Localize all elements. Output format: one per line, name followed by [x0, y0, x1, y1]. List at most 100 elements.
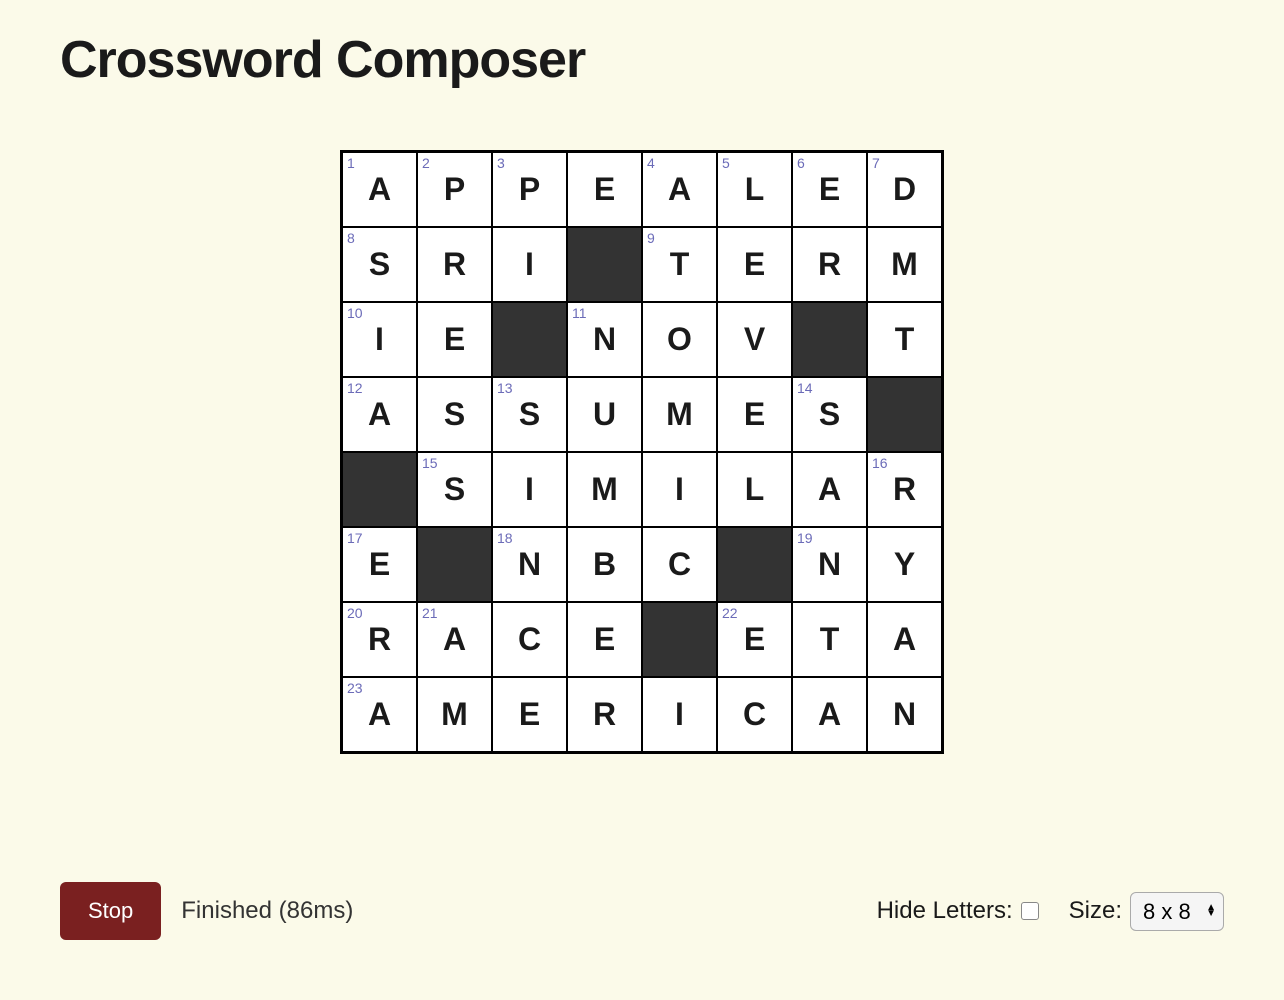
cell-number: 13: [497, 380, 513, 396]
cell-letter: E: [744, 246, 765, 283]
cell-letter: I: [675, 471, 684, 508]
cell[interactable]: E: [567, 602, 642, 677]
cell[interactable]: 12A: [342, 377, 417, 452]
cell-letter: T: [820, 621, 840, 658]
cell[interactable]: 20 R: [342, 602, 417, 677]
cell-letter: T: [670, 246, 690, 283]
cell[interactable]: E: [492, 677, 567, 752]
cell[interactable]: 16R: [867, 452, 942, 527]
cell-letter: C: [743, 696, 766, 733]
cell[interactable]: L: [717, 452, 792, 527]
hide-letters-label: Hide Letters:: [877, 897, 1013, 925]
size-group: Size: 8 x 8 ▲ ▼: [1069, 892, 1224, 931]
cell-letter: E: [519, 696, 540, 733]
cell-letter: M: [441, 696, 468, 733]
hide-letters-group: Hide Letters:: [877, 897, 1039, 925]
size-select-wrapper: 8 x 8 ▲ ▼: [1130, 892, 1224, 931]
cell-number: 9: [647, 230, 655, 246]
cell[interactable]: 17E: [342, 527, 417, 602]
cell[interactable]: 8S: [342, 227, 417, 302]
cell-letter: A: [818, 696, 841, 733]
cell[interactable]: E: [717, 377, 792, 452]
cell[interactable]: I: [492, 227, 567, 302]
cell-letter: M: [666, 396, 693, 433]
cell[interactable]: 9T: [642, 227, 717, 302]
cell[interactable]: 2P: [417, 152, 492, 227]
cell-number: 17: [347, 530, 363, 546]
cell[interactable]: U: [567, 377, 642, 452]
cell[interactable]: 6E: [792, 152, 867, 227]
size-select[interactable]: 8 x 8: [1130, 892, 1224, 931]
cell[interactable]: A: [792, 677, 867, 752]
cell-letter: C: [518, 621, 541, 658]
cell[interactable]: I: [492, 452, 567, 527]
cell-letter: A: [368, 396, 391, 433]
cell[interactable]: 19N: [792, 527, 867, 602]
cell-letter: S: [444, 471, 465, 508]
stop-button[interactable]: Stop: [60, 882, 161, 940]
cell[interactable]: E: [717, 227, 792, 302]
cell-letter: R: [593, 696, 616, 733]
cell-letter: R: [893, 471, 916, 508]
cell[interactable]: C: [492, 602, 567, 677]
cell-letter: E: [444, 321, 465, 358]
cell-letter: R: [368, 621, 391, 658]
cell[interactable]: C: [642, 527, 717, 602]
cell[interactable]: M: [642, 377, 717, 452]
cell-number: 20: [347, 605, 363, 621]
hide-letters-checkbox[interactable]: [1021, 902, 1039, 920]
cell[interactable]: O: [642, 302, 717, 377]
cell-black: [417, 527, 492, 602]
cell[interactable]: V: [717, 302, 792, 377]
cell[interactable]: R: [567, 677, 642, 752]
cell[interactable]: 18N: [492, 527, 567, 602]
cell-black: [792, 302, 867, 377]
cell-black: [342, 452, 417, 527]
cell[interactable]: 1A: [342, 152, 417, 227]
cell[interactable]: M: [417, 677, 492, 752]
cell[interactable]: T: [867, 302, 942, 377]
cell[interactable]: I: [642, 452, 717, 527]
cell-number: 3: [497, 155, 505, 171]
cell-letter: R: [443, 246, 466, 283]
cell-letter: S: [369, 246, 390, 283]
cell[interactable]: A: [867, 602, 942, 677]
cell[interactable]: N: [867, 677, 942, 752]
cell-letter: T: [895, 321, 915, 358]
cell-letter: I: [675, 696, 684, 733]
cell[interactable]: A: [792, 452, 867, 527]
cell[interactable]: R: [792, 227, 867, 302]
cell[interactable]: 15S: [417, 452, 492, 527]
cell[interactable]: 10I: [342, 302, 417, 377]
cell-letter: I: [525, 246, 534, 283]
cell-letter: L: [745, 471, 765, 508]
cell-letter: A: [443, 621, 466, 658]
cell[interactable]: R: [417, 227, 492, 302]
cell[interactable]: 11N: [567, 302, 642, 377]
cell[interactable]: 22E: [717, 602, 792, 677]
cell[interactable]: T: [792, 602, 867, 677]
cell[interactable]: S: [417, 377, 492, 452]
cell[interactable]: 4A: [642, 152, 717, 227]
cell[interactable]: M: [567, 452, 642, 527]
cell-number: 1: [347, 155, 355, 171]
cell[interactable]: 5L: [717, 152, 792, 227]
cell[interactable]: Y: [867, 527, 942, 602]
cell[interactable]: 7D: [867, 152, 942, 227]
cell[interactable]: 21A: [417, 602, 492, 677]
cell[interactable]: 3P: [492, 152, 567, 227]
cell-letter: E: [744, 621, 765, 658]
cell[interactable]: C: [717, 677, 792, 752]
cell[interactable]: B: [567, 527, 642, 602]
cell[interactable]: E: [567, 152, 642, 227]
cell[interactable]: M: [867, 227, 942, 302]
cell[interactable]: 23A: [342, 677, 417, 752]
cell[interactable]: 14S: [792, 377, 867, 452]
cell[interactable]: I: [642, 677, 717, 752]
cell-letter: E: [819, 171, 840, 208]
cell-letter: M: [591, 471, 618, 508]
cell[interactable]: 13S: [492, 377, 567, 452]
cell-black: [867, 377, 942, 452]
crossword-grid: 1A2P3PE4A5L6E7D8SRI9TERM10IE11NOVT12AS13…: [340, 150, 944, 754]
cell[interactable]: E: [417, 302, 492, 377]
